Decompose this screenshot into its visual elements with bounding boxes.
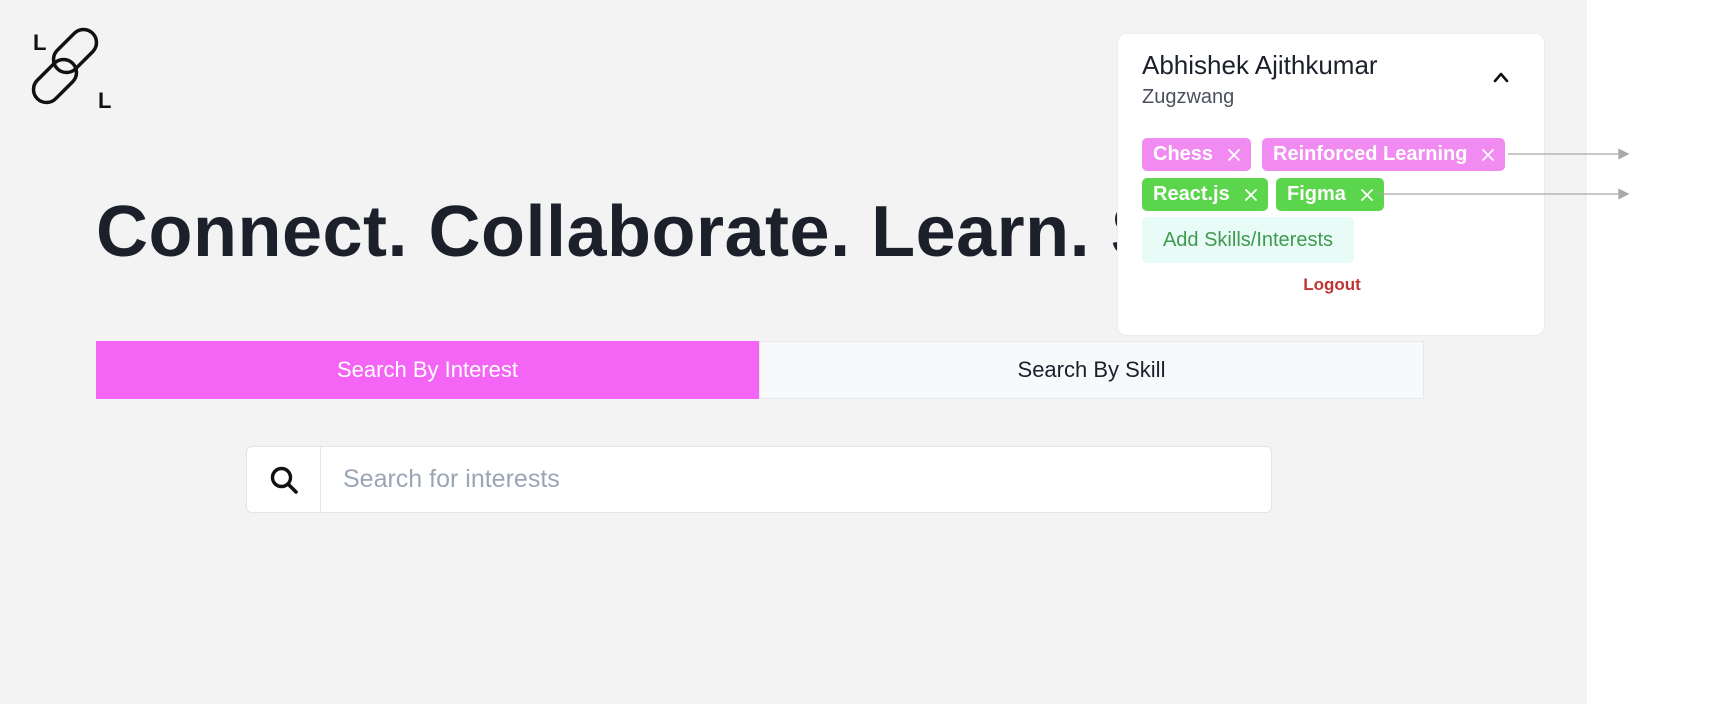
search-mode-tabs: Search By Interest Search By Skill [96,341,1424,399]
arrow-head [1618,188,1630,200]
skill-tag-figma: Figma [1276,178,1384,211]
remove-tag-button[interactable] [1358,186,1376,204]
logout-link[interactable]: Logout [1118,275,1546,295]
chain-link-icon: L L [31,27,111,113]
interest-tag-chess: Chess [1142,138,1252,171]
logo-letter-bottom: L [98,88,111,112]
remove-tag-button[interactable] [1242,186,1260,204]
tag-label: Figma [1287,183,1346,205]
tab-search-by-skill[interactable]: Search By Skill [759,341,1424,399]
profile-card: Abhishek Ajithkumar Zugzwang Chess Reinf… [1117,33,1545,336]
profile-name: Abhishek Ajithkumar [1142,50,1378,80]
tab-search-by-interest[interactable]: Search By Interest [96,341,759,399]
tag-label: Chess [1153,143,1214,165]
arrow-head [1618,148,1630,160]
logo-letter-top: L [33,30,46,55]
interest-tag-reinforced-learning: Reinforced Learning [1262,138,1506,171]
add-skills-interests-button[interactable]: Add Skills/Interests [1142,217,1354,263]
close-icon [1482,148,1495,161]
chevron-up-icon [1493,72,1509,83]
close-icon [1361,188,1373,201]
search-bar [246,446,1272,513]
close-icon [1244,188,1257,201]
logo[interactable]: L L [28,22,122,113]
tag-label: React.js [1153,183,1230,205]
remove-tag-button[interactable] [1479,146,1497,164]
tab-label: Search By Skill [1017,357,1166,382]
search-icon [270,466,298,494]
collapse-profile-button[interactable] [1490,66,1512,88]
hero-headline: Connect. Collaborate. Learn. Se [96,192,1200,272]
search-input[interactable] [321,447,1271,512]
search-button[interactable] [247,447,321,512]
profile-subtitle: Zugzwang [1142,86,1235,108]
remove-tag-button[interactable] [1225,146,1243,164]
tag-label: Reinforced Learning [1273,143,1468,165]
skill-tag-reactjs: React.js [1142,178,1268,211]
close-icon [1228,148,1240,161]
tab-label: Search By Interest [337,357,518,382]
page: L L Connect. Collaborate. Learn. Se Sear… [0,0,1734,704]
